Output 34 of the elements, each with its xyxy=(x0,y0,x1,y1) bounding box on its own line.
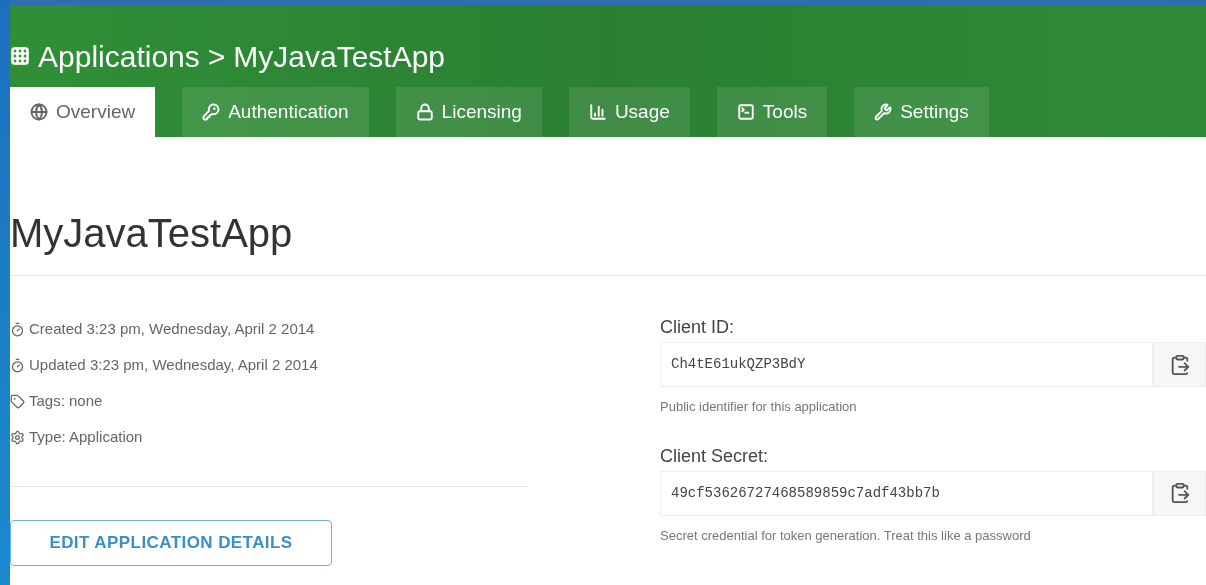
field-label: Client Secret: xyxy=(660,444,770,468)
field-label: Client ID: xyxy=(660,316,736,339)
stopwatch-icon xyxy=(10,357,25,373)
input-field[interactable]: Ch4tE61ukQZP3BdY xyxy=(660,342,1153,387)
bar-chart-icon xyxy=(588,103,607,121)
tab[interactable]: Tools xyxy=(716,87,828,137)
copy-button[interactable] xyxy=(1153,342,1206,387)
breadcrumb-link[interactable]: Applications xyxy=(38,33,200,79)
page-heading: MyJavaTestApp xyxy=(233,38,446,75)
breadcrumb-separator: > xyxy=(207,38,226,75)
wrench-icon xyxy=(874,103,893,121)
key-icon xyxy=(202,103,221,121)
help-text: Secret credential for token generation. Treat this like a password xyxy=(660,526,1032,545)
grid-icon xyxy=(10,46,30,66)
detail-text: Created 3:23 pm, Wednesday, April 2 2014 xyxy=(29,318,315,339)
tab[interactable]: Licensing xyxy=(395,87,542,137)
tab[interactable]: Authentication xyxy=(182,87,369,137)
tab[interactable]: Overview xyxy=(10,87,156,137)
stopwatch-icon xyxy=(10,321,25,337)
tag-icon xyxy=(10,393,25,409)
edit-button[interactable]: EDIT APPLICATION DETAILS xyxy=(10,520,332,566)
tab[interactable]: Settings xyxy=(854,87,989,137)
detail-text: Tags: none xyxy=(29,390,103,411)
input-field[interactable]: 49cf53626727468589859c7adf43bb7b xyxy=(660,470,1153,516)
terminal-icon xyxy=(736,103,755,121)
detail-text: Updated 3:23 pm, Wednesday, April 2 2014 xyxy=(29,354,318,375)
tab[interactable]: Usage xyxy=(568,87,690,137)
globe-icon xyxy=(30,103,48,121)
copy-button[interactable] xyxy=(1153,470,1206,516)
detail-text: Type: Application xyxy=(29,426,143,447)
gear-icon xyxy=(10,429,25,445)
lock-icon xyxy=(415,103,434,121)
help-text: Public identifier for this application xyxy=(660,398,858,416)
app-title: MyJavaTestApp xyxy=(10,205,1206,276)
